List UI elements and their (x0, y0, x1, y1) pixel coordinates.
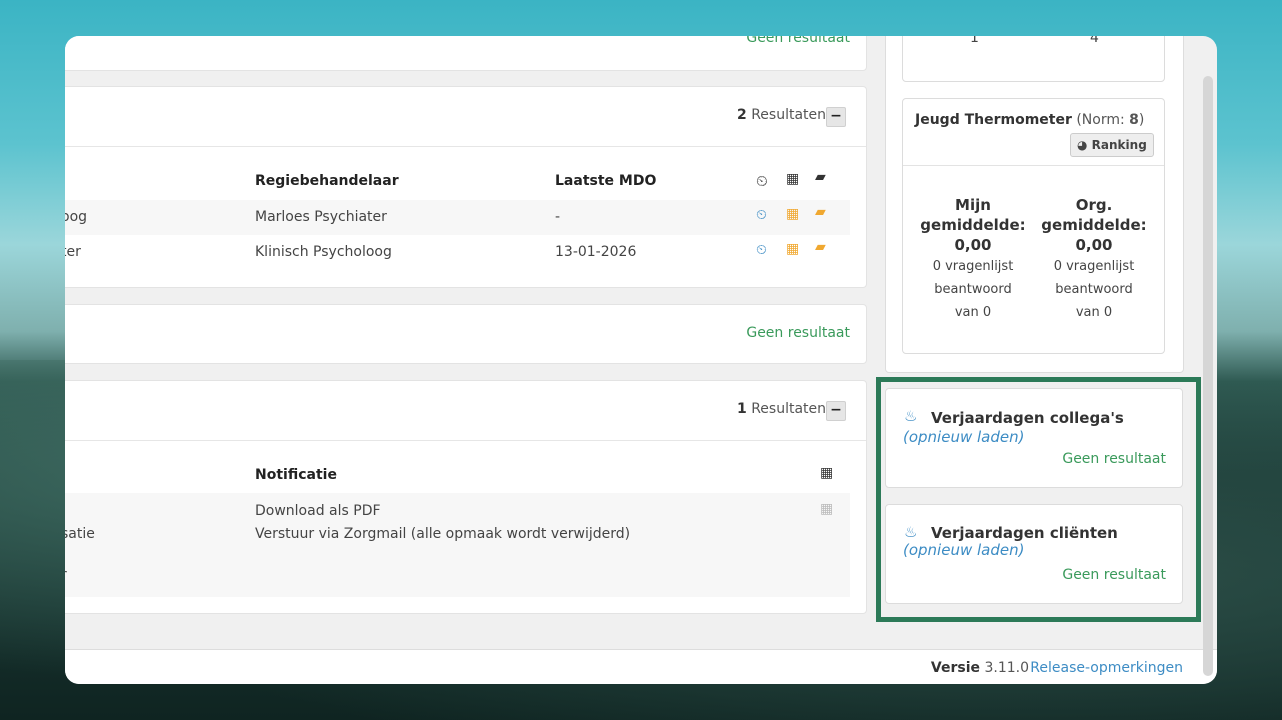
birthdays-colleagues-panel: ♨ Verjaardagen collega's (opnieuw laden)… (885, 388, 1183, 488)
colleagues-reload-link[interactable]: (opnieuw laden) (903, 428, 1024, 446)
clients-title-line: Verjaardagen cliënten (opnieuw laden) (903, 525, 1173, 559)
table-icon: ▦ (786, 171, 800, 187)
table-row[interactable] (65, 235, 850, 270)
row1-regie: Marloes Psychiater (255, 209, 387, 225)
top-result-panel: Geen resultaat (65, 36, 867, 71)
mdo-collapse-button[interactable]: − (826, 107, 846, 127)
row1-laatste: - (555, 209, 561, 225)
clients-title: Verjaardagen cliënten (931, 524, 1118, 542)
row2-table-icon[interactable]: ▦ (786, 241, 799, 257)
side-top-val2: 4 (1090, 36, 1099, 46)
colleagues-title: Verjaardagen collega's (931, 409, 1124, 427)
table-row[interactable] (65, 200, 850, 235)
footer-version: Versie 3.11.0 (930, 660, 1029, 676)
header-notificatie[interactable]: Notificatie (255, 467, 337, 483)
row1-name: oog (65, 209, 88, 225)
row1-folder-icon[interactable]: ▰ (815, 204, 826, 220)
release-notes-link[interactable]: Release-opmerkingen (1030, 660, 1183, 676)
row1-table-icon[interactable]: ▦ (786, 206, 799, 222)
header-laatste-mdo[interactable]: Laatste MDO (555, 173, 656, 189)
row2-clock-icon[interactable]: ⏲ (756, 242, 767, 258)
empty-result-panel: Geen resultaat (65, 304, 867, 364)
thermometer-title: Jeugd Thermometer (Norm: 8) (915, 112, 1145, 128)
app-window: Geen resultaat 2 Resultaten − Regiebehan… (65, 36, 1217, 684)
empty-panel-status: Geen resultaat (746, 325, 850, 341)
pie-chart-icon: ◕ (1077, 138, 1088, 152)
folder-icon: ▰ (815, 169, 826, 185)
mine-average: Mijn gemiddelde: 0,00 0 vragenlijst bean… (920, 196, 1026, 320)
colleagues-status: Geen resultaat (1062, 451, 1166, 467)
footer: Versie 3.11.0 Release-opmerkingen (65, 649, 1217, 684)
mdo-result-count: 2 Resultaten (737, 107, 827, 123)
org-average: Org. gemiddelde: 0,00 0 vragenlijst bean… (1041, 196, 1147, 320)
notif-result-count: 1 Resultaten (737, 401, 827, 417)
download-pdf-link[interactable]: Download als PDF (255, 503, 381, 519)
row2-name: ter (65, 244, 81, 260)
notification-panel: 1 Resultaten − Notificatie ▦ satie r Dow… (65, 380, 867, 614)
row1-clock-icon[interactable]: ⏲ (756, 207, 767, 223)
row2-folder-icon[interactable]: ▰ (815, 239, 826, 255)
row-left-partial[interactable]: satie (65, 526, 95, 542)
row-left-partial-2[interactable]: r (65, 567, 67, 583)
zorgmail-link[interactable]: Verstuur via Zorgmail (alle opmaak wordt… (255, 526, 630, 542)
clients-status: Geen resultaat (1062, 567, 1166, 583)
header-regiebehandelaar[interactable]: Regiebehandelaar (255, 173, 399, 189)
table-row[interactable] (65, 493, 850, 597)
scrollbar[interactable] (1203, 76, 1213, 676)
ranking-button[interactable]: ◕ Ranking (1070, 133, 1154, 157)
row2-laatste: 13-01-2026 (555, 244, 637, 260)
top-panel-status: Geen resultaat (746, 36, 850, 46)
row-table-icon[interactable]: ▦ (820, 501, 833, 517)
row2-regie: Klinisch Psycholoog (255, 244, 392, 260)
clock-icon: ⏲ (756, 172, 768, 190)
side-top-val1: 1 (970, 36, 979, 46)
clients-reload-link[interactable]: (opnieuw laden) (903, 541, 1024, 559)
notif-collapse-button[interactable]: − (826, 401, 846, 421)
thermometer-panel: Jeugd Thermometer (Norm: 8) ◕ Ranking Mi… (902, 98, 1165, 354)
birthdays-clients-panel: ♨ Verjaardagen cliënten (opnieuw laden) … (885, 504, 1183, 604)
side-top-panel: 1 4 (902, 36, 1165, 82)
cake-icon: ♨ (904, 407, 918, 425)
mdo-panel: 2 Resultaten − Regiebehandelaar Laatste … (65, 86, 867, 288)
table-icon: ▦ (820, 465, 834, 481)
